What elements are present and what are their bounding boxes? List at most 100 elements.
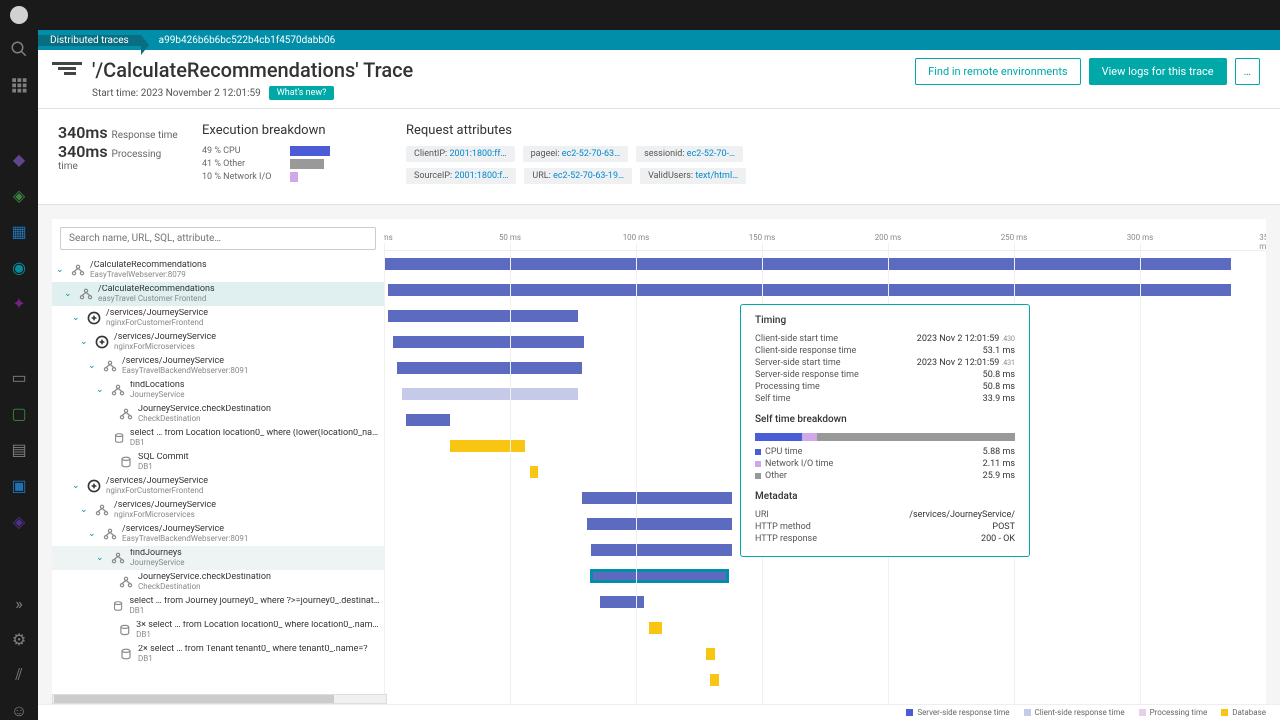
view-logs-button[interactable]: View logs for this trace [1089,58,1227,85]
time-tick: 150 ms [749,233,776,242]
breakdown-row: 49 % CPU [202,146,382,156]
nav-icon-4[interactable]: ◉ [10,258,28,276]
span-bar[interactable] [388,310,578,322]
tree-row[interactable]: 2× select … from Tenant tenant0_ where t… [52,642,384,666]
chart-icon[interactable]: ⫽ [10,666,28,684]
tree-row[interactable]: select … from Location location0_ where … [52,426,384,450]
tree-row[interactable]: ⌄findJourneysJourneyService [52,546,384,570]
expand-icon[interactable]: » [10,594,28,612]
page-title: '/CalculateRecommendations' Trace [92,58,413,82]
whats-new-badge[interactable]: What's new? [269,86,335,100]
attr-chip[interactable]: ClientIP: 2001:1800:ff… [406,146,515,162]
attr-chip[interactable]: sessionid: ec2-52-70-… [636,146,743,162]
tree-panel: ⌄/CalculateRecommendationsEasyTravelWebs… [52,219,384,720]
horizontal-scrollbar[interactable] [52,694,387,704]
span-bar[interactable] [587,518,733,530]
span-bar[interactable] [591,544,732,556]
caret-icon[interactable]: ⌄ [80,505,90,515]
more-button[interactable]: … [1235,58,1260,85]
meta-title: Metadata [755,491,1015,502]
span-bar[interactable] [393,336,584,348]
span-bar[interactable] [649,622,662,634]
svc-icon [102,358,118,374]
time-tick: 200 ms [875,233,902,242]
nav-icon-9[interactable]: ▣ [10,476,28,494]
tree-row[interactable]: ⌄/services/JourneyServicenginxForMicrose… [52,330,384,354]
breadcrumb: Distributed traces a99b426b6b6bc522b4cb1… [38,30,1280,50]
span-bar[interactable] [710,674,719,686]
caret-icon[interactable]: ⌄ [56,265,66,275]
tree-row[interactable]: 3× select … from Location location0_ whe… [52,618,384,642]
attrs-title: Request attributes [406,123,1260,138]
span-bar[interactable] [397,362,582,374]
span-tree: ⌄/CalculateRecommendationsEasyTravelWebs… [52,258,384,720]
attr-chip[interactable]: ValidUsers: text/html… [640,168,746,184]
span-bar[interactable] [402,388,578,400]
db-icon [118,454,134,470]
span-bar[interactable] [530,466,539,478]
span-bar[interactable] [591,570,728,582]
main-content: Distributed traces a99b426b6b6bc522b4cb1… [38,30,1280,720]
tree-row[interactable]: select … from Journey journey0_ where ?>… [52,594,384,618]
time-tick: 100 ms [623,233,650,242]
header: '/CalculateRecommendations' Trace Start … [38,50,1280,109]
tree-row[interactable]: ⌄/services/JourneyServiceEasyTravelBacke… [52,354,384,378]
breakdown-title: Execution breakdown [202,123,382,138]
search-input[interactable] [60,227,376,250]
tree-row[interactable]: ⌄/CalculateRecommendationseasyTravel Cus… [52,282,384,306]
span-bar[interactable] [582,492,732,504]
caret-icon[interactable]: ⌄ [80,337,90,347]
settings-icon[interactable]: ⚙ [10,630,28,648]
db-icon [117,622,133,638]
nav-icon-2[interactable]: ◈ [10,186,28,204]
search-icon[interactable] [10,40,28,58]
span-bar[interactable] [406,414,450,426]
caret-icon[interactable]: ⌄ [88,361,98,371]
trace-icon [52,62,82,82]
tree-row[interactable]: ⌄/services/JourneyServicenginxForMicrose… [52,498,384,522]
summary-panel: 340msResponse time 340msProcessing time … [38,109,1280,205]
tree-row[interactable]: JourneyService.checkDestinationCheckDest… [52,402,384,426]
breakdown-row: 41 % Other [202,159,382,169]
left-rail: ◆ ◈ ▦ ◉ ✦ ▭ ▢ ▤ ▣ ◈ » ⚙ ⫽ ☺ [0,30,38,720]
nav-icon-10[interactable]: ◈ [10,512,28,530]
span-bar[interactable] [450,440,525,452]
tree-row[interactable]: ⌄/services/JourneyServiceEasyTravelBacke… [52,522,384,546]
response-time-value: 340ms [58,123,108,142]
span-bar[interactable] [388,284,1230,296]
caret-icon[interactable]: ⌄ [72,481,82,491]
tree-row[interactable]: ⌄findLocationsJourneyService [52,378,384,402]
attr-chip[interactable]: pageei: ec2-52-70-63… [523,146,629,162]
caret-icon[interactable]: ⌄ [64,289,74,299]
nav-icon-1[interactable]: ◆ [10,150,28,168]
caret-icon[interactable]: ⌄ [88,529,98,539]
nav-icon-3[interactable]: ▦ [10,222,28,240]
tree-row[interactable]: JourneyService.checkDestinationCheckDest… [52,570,384,594]
tree-row[interactable]: ⌄/services/JourneyServicenginxForCustome… [52,306,384,330]
tree-row[interactable]: SQL CommitDB1 [52,450,384,474]
apps-icon[interactable] [10,76,28,94]
nav-icon-5[interactable]: ✦ [10,294,28,312]
breadcrumb-id[interactable]: a99b426b6b6bc522b4cb1f4570dabb06 [141,35,348,46]
timeline-content: ⌄/CalculateRecommendationsEasyTravelWebs… [52,219,1266,720]
breakdown-row: 10 % Network I/O [202,172,382,182]
caret-icon[interactable]: ⌄ [96,385,106,395]
nav-icon-8[interactable]: ▤ [10,440,28,458]
attr-chip[interactable]: URL: ec2-52-70-63-19… [524,168,632,184]
tree-row[interactable]: ⌄/CalculateRecommendationsEasyTravelWebs… [52,258,384,282]
caret-icon[interactable]: ⌄ [72,313,82,323]
caret-icon[interactable]: ⌄ [96,553,106,563]
nav-icon-6[interactable]: ▭ [10,368,28,386]
logo-icon[interactable] [10,6,28,24]
breadcrumb-root[interactable]: Distributed traces [38,35,141,46]
span-bar[interactable] [600,596,644,608]
span-bar[interactable] [384,258,1231,270]
span-bar[interactable] [706,648,715,660]
attr-chip[interactable]: SourceIP: 2001:1800:f… [406,168,516,184]
db-icon [111,598,125,614]
find-remote-button[interactable]: Find in remote environments [915,58,1081,85]
timing-title: Timing [755,315,1015,326]
nav-icon-7[interactable]: ▢ [10,404,28,422]
tree-row[interactable]: ⌄/services/JourneyServicenginxForCustome… [52,474,384,498]
user-icon[interactable]: ☺ [10,702,28,720]
